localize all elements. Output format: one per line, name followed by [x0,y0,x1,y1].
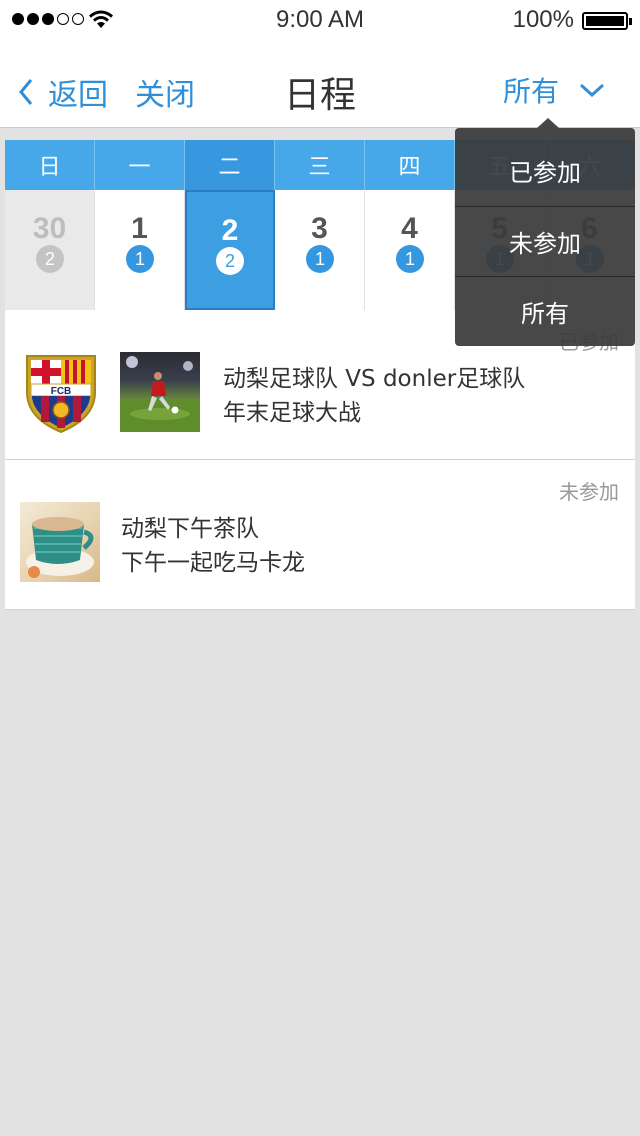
menu-item-joined[interactable]: 已参加 [455,134,635,206]
menu-item-not-joined[interactable]: 未参加 [455,206,635,276]
status-bar: 9:00 AM 100% [0,0,640,40]
date-cell-2-selected[interactable]: 2 2 [185,190,275,310]
date-cell-1[interactable]: 1 1 [95,190,185,310]
battery-percentage: 100% [512,6,574,33]
event-image-soccer [120,352,200,432]
weekday-wed: 三 [275,140,365,190]
soccer-player-icon [120,356,200,432]
date-number: 30 [32,212,67,245]
event-list: 已参加 FCB [5,310,635,610]
date-number: 4 [401,212,418,245]
date-cell-3[interactable]: 3 1 [275,190,365,310]
event-count-badge: 2 [36,245,64,273]
chevron-down-icon [580,83,605,98]
event-count-badge: 1 [306,245,334,273]
filter-label: 所有 [503,75,560,108]
date-cell-30[interactable]: 30 2 [5,190,95,310]
weekday-thu: 四 [365,140,455,190]
weekday-mon: 一 [95,140,185,190]
fcb-crest-icon: FCB [26,355,96,434]
weekday-sun: 日 [5,140,95,190]
event-title-line1: 动梨下午茶队 [121,516,259,542]
event-title-line2: 下午一起吃马卡龙 [121,550,305,576]
menu-item-all[interactable]: 所有 [455,276,635,346]
dropdown-pointer [537,118,559,128]
event-count-badge: 2 [216,247,244,275]
event-status-label: 未参加 [559,480,619,504]
event-image-tea [20,502,100,582]
date-number: 1 [131,212,148,245]
navigation-bar: 返回 关闭 日程 所有 [0,40,640,128]
filter-dropdown-menu: 已参加 未参加 所有 [455,128,635,346]
date-number: 2 [221,214,239,247]
teacup-icon [26,517,94,578]
date-number: 3 [311,212,328,245]
event-title-line1: 动梨足球队 VS donler足球队 [223,366,526,392]
weekday-tue: 二 [185,140,275,190]
list-item-event-tea[interactable]: 未参加 动梨下午茶队 下午一起吃马卡龙 [5,460,635,610]
battery-icon [582,12,632,30]
date-cell-4[interactable]: 4 1 [365,190,455,310]
filter-dropdown-button[interactable]: 所有 [503,70,605,110]
event-count-badge: 1 [126,245,154,273]
crest-lettering: FCB [51,386,72,397]
event-title-line2: 年末足球大战 [223,400,361,426]
event-count-badge: 1 [396,245,424,273]
